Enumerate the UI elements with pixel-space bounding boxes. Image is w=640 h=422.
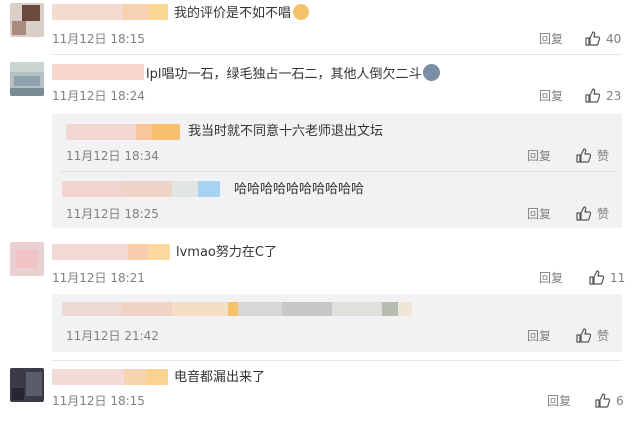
comment-time: 11月12日 18:15 bbox=[52, 32, 145, 46]
blurred-username[interactable] bbox=[52, 369, 168, 385]
reply-time: 11月12日 18:34 bbox=[66, 149, 159, 163]
like-count: 11 bbox=[610, 271, 626, 285]
like-count: 40 bbox=[606, 32, 622, 46]
reply-time: 11月12日 21:42 bbox=[66, 329, 159, 343]
divider bbox=[52, 360, 622, 361]
blurred-reply-content bbox=[62, 302, 412, 316]
avatar[interactable] bbox=[10, 242, 44, 276]
like-label: 赞 bbox=[597, 149, 610, 163]
comment-text: 电音都漏出来了 bbox=[174, 370, 266, 385]
like-button[interactable]: 40 bbox=[584, 31, 624, 47]
reply-button[interactable]: 回复 bbox=[539, 88, 563, 104]
reply-text: 哈哈哈哈哈哈哈哈哈哈 bbox=[234, 182, 365, 197]
like-label: 赞 bbox=[597, 329, 610, 343]
reply-button[interactable]: 回复 bbox=[547, 393, 571, 409]
comment-text: lpl唱功一石，绿毛独占一石二，其他人倒欠二斗 bbox=[146, 64, 441, 84]
reply-button[interactable]: 回复 bbox=[527, 206, 551, 222]
blurred-username[interactable] bbox=[52, 64, 144, 80]
thumbs-up-icon bbox=[595, 393, 611, 408]
reply-button[interactable]: 回复 bbox=[539, 31, 563, 47]
thumbs-up-icon bbox=[589, 270, 605, 285]
thumbs-up-icon bbox=[576, 206, 592, 221]
divider bbox=[60, 171, 615, 172]
blurred-username[interactable] bbox=[62, 181, 220, 197]
like-label: 赞 bbox=[597, 207, 610, 221]
husky-emoji bbox=[423, 64, 441, 81]
comment-time: 11月12日 18:21 bbox=[52, 271, 145, 285]
comment-text: 我的评价是不如不唱 bbox=[174, 4, 310, 23]
like-button[interactable]: 赞 bbox=[575, 148, 615, 164]
like-button[interactable]: 赞 bbox=[575, 328, 615, 344]
reply-button[interactable]: 回复 bbox=[527, 328, 551, 344]
thumbs-up-icon bbox=[576, 148, 592, 163]
like-button[interactable]: 6 bbox=[594, 393, 624, 409]
comment-time: 11月12日 18:24 bbox=[52, 89, 145, 103]
like-button[interactable]: 赞 bbox=[575, 206, 615, 222]
thumbs-up-icon bbox=[585, 88, 601, 103]
doge-emoji bbox=[293, 4, 310, 20]
like-button[interactable]: 11 bbox=[588, 270, 626, 286]
reply-text: 我当时就不同意十六老师退出文坛 bbox=[188, 124, 384, 139]
avatar[interactable] bbox=[10, 368, 44, 402]
like-button[interactable]: 23 bbox=[584, 88, 624, 104]
thumbs-up-icon bbox=[585, 31, 601, 46]
divider bbox=[52, 54, 622, 55]
like-count: 6 bbox=[616, 394, 624, 408]
reply-button[interactable]: 回复 bbox=[527, 148, 551, 164]
comment-text: lvmao努力在C了 bbox=[176, 245, 277, 260]
comment-time: 11月12日 18:15 bbox=[52, 394, 145, 408]
blurred-username[interactable] bbox=[52, 4, 168, 20]
thumbs-up-icon bbox=[576, 328, 592, 343]
like-count: 23 bbox=[606, 89, 622, 103]
reply-button[interactable]: 回复 bbox=[539, 270, 563, 286]
blurred-username[interactable] bbox=[66, 124, 180, 140]
blurred-username[interactable] bbox=[52, 244, 170, 260]
avatar[interactable] bbox=[10, 3, 44, 37]
avatar[interactable] bbox=[10, 62, 44, 96]
reply-time: 11月12日 18:25 bbox=[66, 207, 159, 221]
